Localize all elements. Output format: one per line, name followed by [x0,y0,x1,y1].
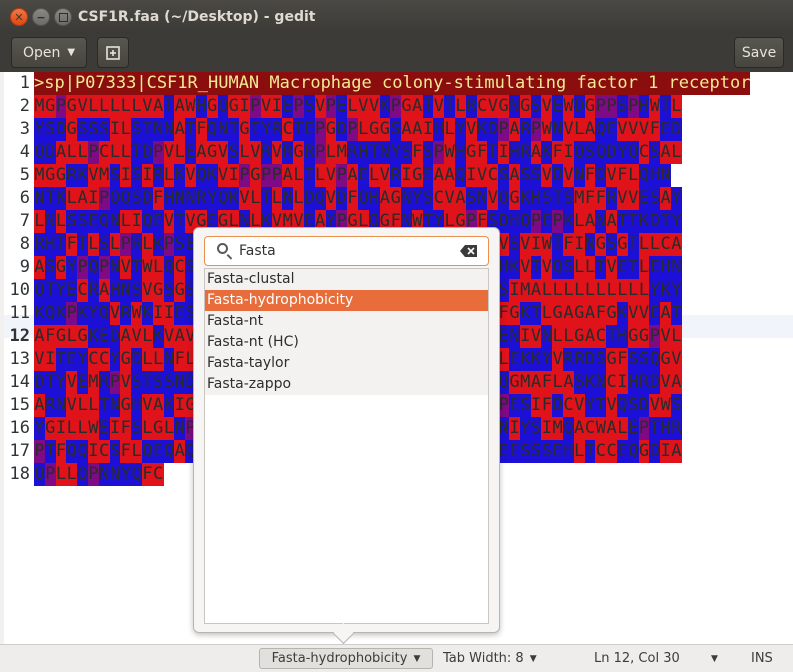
language-search-box[interactable] [204,236,489,266]
close-icon: ✕ [14,10,24,24]
close-window-button[interactable]: ✕ [10,8,28,26]
language-search-input[interactable] [239,241,449,261]
line-number: 6 [19,188,30,208]
insert-mode-indicator[interactable]: INS [751,645,773,672]
line-number: 5 [19,165,30,185]
sequence-line: MGGRKVMSISIRLKVQKVIPGPPALTLVPAELVRIGEAAQ… [34,164,672,187]
cursor-position-label: Ln 12, Col 30 [594,651,680,666]
line-number: 2 [19,96,30,116]
language-list-item[interactable]: Fasta-clustal [205,269,488,290]
line-number: 13 [9,349,30,369]
line-number: 10 [9,280,30,300]
maximize-icon [58,12,68,22]
language-list-item[interactable]: Fasta-hydrophobicity [205,290,488,311]
save-button[interactable]: Save [734,37,784,68]
line-number: 14 [9,372,30,392]
tab-width-selector[interactable]: Tab Width: 8 ▼ [443,645,537,672]
language-list-item[interactable]: Fasta-zappo [205,374,488,395]
clear-search-icon[interactable] [460,245,477,257]
title-bar: ✕ − CSF1R.faa (~/Desktop) - gedit [0,0,793,34]
status-bar: Fasta-hydrophobicity ▼ Tab Width: 8 ▼ Ln… [0,644,793,672]
line-number: 4 [19,142,30,162]
minimize-window-button[interactable]: − [32,8,50,26]
line-number: 18 [9,464,30,484]
line-number: 7 [19,211,30,231]
sequence-header-line: >sp|P07333|CSF1R_HUMAN Macrophage colony… [34,72,751,95]
new-document-icon [106,45,120,60]
position-menu-toggle[interactable]: ▼ [711,645,718,672]
sequence-line: YSDGSSSILSTNNATFQNTGTYRCTEPGDPLGGSAAIHLY… [34,118,682,141]
line-number: 15 [9,395,30,415]
header-bar: Open ▼ Save [0,34,793,72]
line-number: 3 [19,119,30,139]
chevron-down-icon: ▼ [413,653,421,664]
line-number: 11 [9,303,30,323]
tab-width-label: Tab Width: 8 [443,651,524,666]
language-popover: Fasta-clustalFasta-hydrophobicityFasta-n… [193,227,500,633]
language-list-item[interactable]: Fasta-taylor [205,353,488,374]
sequence-line: MGPGVLLLLLVATAWHGQGIPVIEPSVPELVVKPGATVTL… [34,95,682,118]
chevron-down-icon: ▼ [67,47,76,58]
minimize-icon: − [36,10,46,24]
line-number-gutter: 1 2 3 4 5 6 7 8 9 10 11 12 13 14 15 16 17 18 [4,72,31,486]
window-title: CSF1R.faa (~/Desktop) - gedit [78,9,316,25]
chevron-down-icon: ▼ [529,653,537,664]
line-number: 16 [9,418,30,438]
search-icon [217,243,228,254]
line-number: 9 [19,257,30,277]
language-list-item[interactable]: Fasta-nt [205,311,488,332]
language-selector[interactable]: Fasta-hydrophobicity ▼ [259,648,433,669]
language-label: Fasta-hydrophobicity [271,651,408,666]
language-list: Fasta-clustal Fasta-hydrophobicity Fasta-n… [204,268,489,624]
line-number: 1 [19,73,30,93]
line-number: 8 [19,234,30,254]
cursor-position[interactable]: Ln 12, Col 30 [594,645,680,672]
maximize-window-button[interactable] [54,8,72,26]
line-number: 17 [9,441,30,461]
line-number: 12 [9,326,30,346]
language-list-item[interactable]: Fasta-nt (HC) [205,332,488,353]
sequence-line: QDALLPCLLTDPVLEAGVSLVRVRGRPLMRHTNYSFSPWH… [34,141,682,164]
open-button-label: Open [22,44,61,61]
open-button[interactable]: Open ▼ [11,37,87,68]
sequence-line: NTKLAIPQQSDFHNNRYQKVLTLNLDQVDFQHAGNYSCVA… [34,187,682,210]
new-document-button[interactable] [97,37,129,68]
chevron-down-icon: ▼ [711,653,718,664]
